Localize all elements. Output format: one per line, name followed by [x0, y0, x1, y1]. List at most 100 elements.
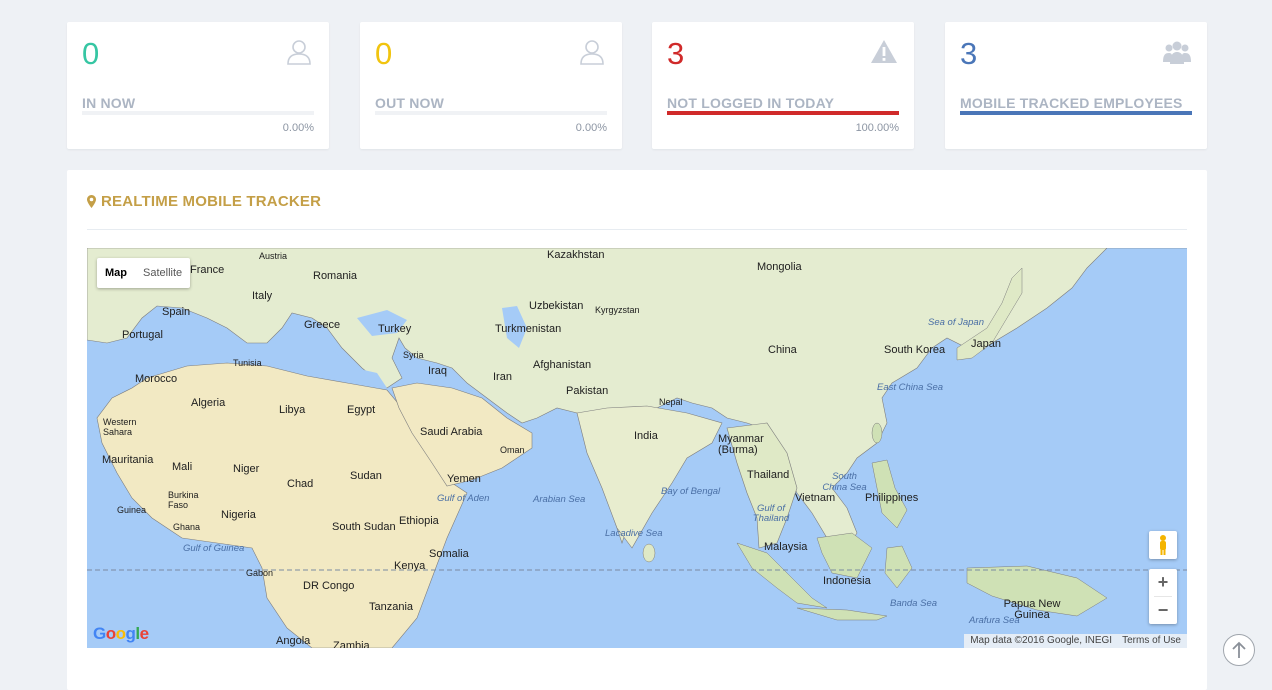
- map-label: East China Sea: [877, 382, 944, 393]
- map-label: Western Sahara: [103, 417, 137, 437]
- street-view-pegman-icon[interactable]: [1149, 531, 1177, 559]
- map-label: Ethiopia: [399, 515, 439, 527]
- map-label: Iran: [493, 371, 512, 383]
- scroll-to-top-button[interactable]: [1223, 634, 1255, 666]
- map-label: Vietnam: [795, 492, 836, 504]
- map-label: Mauritania: [102, 454, 154, 466]
- attribution-text: Map data ©2016 Google, INEGI: [970, 635, 1113, 646]
- map-label: Kyrgyzstan: [595, 305, 640, 315]
- map-label: Kenya: [394, 560, 426, 572]
- map-label: Gabon: [246, 568, 274, 578]
- map-label: Afghanistan: [533, 359, 592, 371]
- stat-card-not-logged-in: 3 NOT LOGGED IN TODAY 100.00%: [652, 22, 914, 149]
- map-type-map-button[interactable]: Map: [97, 258, 135, 288]
- map-label: Tunisia: [233, 358, 262, 368]
- map-type-satellite-button[interactable]: Satellite: [135, 258, 190, 288]
- map-label: France: [190, 264, 225, 276]
- map-label: Pakistan: [566, 385, 609, 397]
- map-type-control: Map Satellite: [97, 258, 191, 288]
- map-label: DR Congo: [303, 580, 355, 592]
- panel-title: REALTIME MOBILE TRACKER: [87, 193, 321, 210]
- map-label: Algeria: [191, 397, 226, 409]
- map-label: Gulf of Guinea: [183, 543, 245, 554]
- stat-card-mobile-tracked: 3 MOBILE TRACKED EMPLOYEES: [945, 22, 1207, 149]
- zoom-in-button[interactable]: +: [1149, 569, 1177, 596]
- map-label: Yemen: [447, 473, 481, 485]
- map-label: Thailand: [747, 469, 790, 481]
- stat-card-in-now: 0 IN NOW 0.00%: [67, 22, 329, 149]
- arrow-up-icon: [1232, 641, 1246, 658]
- map-label: South Korea: [884, 344, 946, 356]
- map-label: Banda Sea: [890, 598, 938, 609]
- map-view[interactable]: Kazakhstan Mongolia Austria France Roman…: [87, 248, 1187, 648]
- progress-track: [375, 111, 607, 115]
- google-logo[interactable]: Google: [93, 624, 149, 644]
- map-label: Zambia: [333, 640, 370, 648]
- stat-percent: 0.00%: [282, 122, 314, 134]
- stat-value: 3: [960, 36, 978, 71]
- progress-fill: [960, 111, 1192, 115]
- map-label: Mali: [172, 461, 193, 473]
- map-label: Turkmenistan: [495, 323, 562, 335]
- map-label: Uzbekistan: [529, 300, 584, 312]
- map-label: Mongolia: [757, 261, 802, 273]
- map-label: Burkina Faso: [168, 490, 199, 510]
- progress-fill: [667, 111, 899, 115]
- map-label: Portugal: [122, 329, 163, 341]
- user-outline-icon: [287, 40, 311, 65]
- map-label: Arabian Sea: [533, 494, 586, 505]
- panel-title-text: REALTIME MOBILE TRACKER: [101, 193, 322, 210]
- user-outline-icon: [580, 40, 604, 65]
- map-label: Niger: [233, 463, 260, 475]
- terms-of-use-link[interactable]: Terms of Use: [1122, 634, 1181, 648]
- map-label: Kazakhstan: [547, 249, 605, 261]
- progress-track: [667, 111, 899, 115]
- map-attribution: Map data ©2016 Google, INEGI Terms of Us…: [964, 634, 1187, 648]
- map-label: Gulf of Aden: [437, 493, 490, 504]
- progress-track: [82, 111, 314, 115]
- map-label: Somalia: [429, 548, 469, 560]
- stat-value: 0: [82, 36, 100, 71]
- map-label: Sea of Japan: [928, 317, 984, 328]
- map-label: Tanzania: [369, 601, 414, 613]
- map-label: India: [634, 430, 658, 442]
- map-label: Ghana: [173, 522, 201, 532]
- map-label: Nepal: [659, 397, 683, 407]
- map-label: Romania: [313, 270, 358, 282]
- map-label: Greece: [304, 319, 341, 331]
- stat-card-out-now: 0 OUT NOW 0.00%: [360, 22, 622, 149]
- divider: [87, 229, 1187, 230]
- stat-label: IN NOW: [82, 95, 136, 111]
- map-label: Chad: [287, 478, 314, 490]
- map-label: Morocco: [135, 373, 178, 385]
- map-label: Egypt: [347, 404, 376, 416]
- map-label: Myanmar (Burma): [718, 433, 764, 456]
- map-label: Spain: [162, 306, 191, 318]
- stat-percent: 0.00%: [575, 122, 607, 134]
- zoom-control: + −: [1149, 569, 1177, 624]
- map-label: Italy: [252, 290, 273, 302]
- map-label: China: [768, 344, 797, 356]
- progress-track: [960, 111, 1192, 115]
- map-label: Lacadive Sea: [605, 528, 663, 539]
- zoom-out-button[interactable]: −: [1149, 597, 1177, 624]
- map-label: Syria: [403, 350, 424, 360]
- stat-percent: 100.00%: [855, 122, 899, 134]
- map-label: Gulf of Thailand: [752, 503, 790, 524]
- stat-label: OUT NOW: [375, 95, 445, 111]
- map-label: Libya: [279, 404, 306, 416]
- map-label: Bay of Bengal: [661, 486, 721, 497]
- realtime-tracker-panel: REALTIME MOBILE TRACKER Kazakhstan Mongo…: [67, 170, 1207, 690]
- map-label: Philippines: [865, 492, 919, 504]
- map-label: Saudi Arabia: [420, 426, 483, 438]
- map-label: Austria: [259, 251, 288, 261]
- map-label: Iraq: [428, 365, 447, 377]
- map-label: Oman: [500, 445, 525, 455]
- stat-value: 3: [667, 36, 685, 71]
- map-label: Malaysia: [764, 541, 808, 553]
- map-label: Guinea: [117, 505, 147, 515]
- map-label: South Sudan: [332, 521, 396, 533]
- map-label: Arafura Sea: [969, 615, 1020, 626]
- warning-icon: [871, 40, 897, 63]
- stat-label: NOT LOGGED IN TODAY: [667, 95, 835, 111]
